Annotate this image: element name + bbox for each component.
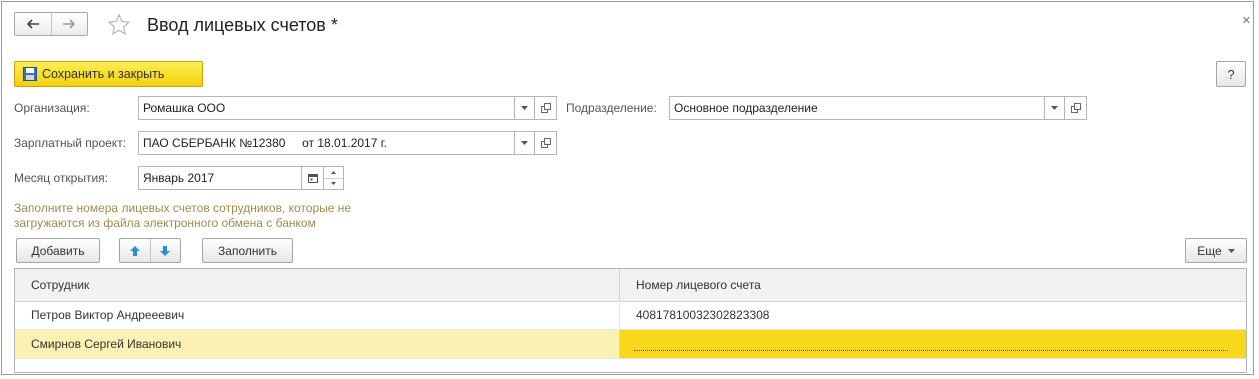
triangle-down-icon: [1051, 106, 1058, 110]
employee-cell[interactable]: Смирнов Сергей Иванович: [15, 330, 620, 358]
window-title: Ввод лицевых счетов *: [147, 15, 338, 35]
salary-project-label: Зарплатный проект:: [14, 136, 127, 150]
arrow-right-icon: [63, 19, 76, 29]
division-field-group: Основное подразделение: [669, 96, 1087, 120]
month-label: Месяц открытия:: [14, 171, 108, 185]
organization-field-group: Ромашка ООО: [138, 96, 557, 120]
add-button[interactable]: Добавить: [16, 238, 100, 263]
month-spin-buttons: [324, 166, 344, 190]
accounts-table: Сотрудник Номер лицевого счета Петров Ви…: [14, 268, 1247, 373]
triangle-down-icon: [521, 106, 528, 110]
account-cell-editing[interactable]: [620, 330, 1246, 358]
arrow-up-icon: [129, 245, 140, 256]
move-up-button[interactable]: [120, 239, 151, 262]
arrow-down-icon: [160, 245, 171, 256]
division-input[interactable]: Основное подразделение: [669, 96, 1045, 120]
form-window: Ввод лицевых счетов * × Сохранить и закр…: [1, 1, 1254, 375]
month-decrement-button[interactable]: [324, 179, 343, 190]
calendar-icon: [307, 174, 318, 183]
salary-project-open-button[interactable]: [535, 131, 557, 155]
organization-label: Организация:: [14, 101, 90, 115]
more-label: Еще: [1197, 243, 1222, 258]
organization-input[interactable]: Ромашка ООО: [138, 96, 515, 120]
salary-project-dropdown-button[interactable]: [515, 131, 535, 155]
triangle-up-icon: [331, 170, 336, 174]
month-increment-button[interactable]: [324, 167, 343, 179]
column-header-account[interactable]: Номер лицевого счета: [620, 269, 1246, 300]
division-dropdown-button[interactable]: [1045, 96, 1065, 120]
back-button[interactable]: [15, 13, 51, 35]
save-and-close-button[interactable]: Сохранить и закрыть: [14, 61, 203, 87]
organization-open-button[interactable]: [535, 96, 557, 120]
save-and-close-label: Сохранить и закрыть: [42, 67, 165, 81]
more-button[interactable]: Еще: [1185, 238, 1247, 263]
open-form-icon: [540, 138, 551, 148]
forward-button[interactable]: [50, 13, 88, 35]
table-row-selected[interactable]: Смирнов Сергей Иванович: [15, 330, 1246, 359]
star-icon: [107, 13, 131, 35]
triangle-down-icon: [521, 141, 528, 145]
month-field-group: Январь 2017: [138, 166, 344, 190]
organization-dropdown-button[interactable]: [515, 96, 535, 120]
hint-text: Заполните номера лицевых счетов сотрудни…: [14, 201, 352, 230]
nav-buttons: [14, 12, 88, 36]
help-button[interactable]: ?: [1216, 61, 1246, 87]
table-row[interactable]: Петров Виктор Андрееевич 408178100323028…: [15, 301, 1246, 330]
close-icon[interactable]: ×: [1242, 12, 1251, 29]
open-form-icon: [1070, 103, 1081, 113]
employee-cell[interactable]: Петров Виктор Андрееевич: [15, 301, 620, 329]
open-form-icon: [540, 103, 551, 113]
floppy-disk-icon: [23, 67, 37, 81]
division-open-button[interactable]: [1065, 96, 1087, 120]
salary-project-input[interactable]: ПАО СБЕРБАНК №12380 от 18.01.2017 г.: [138, 131, 515, 155]
division-label: Подразделение:: [566, 101, 657, 115]
account-cell[interactable]: 40817810032302823308: [620, 301, 1246, 329]
triangle-down-icon: [331, 182, 336, 186]
move-buttons: [119, 238, 181, 263]
triangle-down-icon: [1227, 248, 1235, 253]
month-input[interactable]: Январь 2017: [138, 166, 302, 190]
month-calendar-button[interactable]: [302, 166, 324, 190]
required-field-underline: [634, 350, 1228, 351]
arrow-left-icon: [26, 19, 39, 29]
column-header-employee[interactable]: Сотрудник: [15, 269, 620, 300]
favorite-button[interactable]: [107, 13, 131, 37]
move-down-button[interactable]: [151, 239, 181, 262]
salary-project-field-group: ПАО СБЕРБАНК №12380 от 18.01.2017 г.: [138, 131, 557, 155]
fill-button[interactable]: Заполнить: [202, 238, 293, 263]
table-header: Сотрудник Номер лицевого счета: [15, 269, 1246, 302]
